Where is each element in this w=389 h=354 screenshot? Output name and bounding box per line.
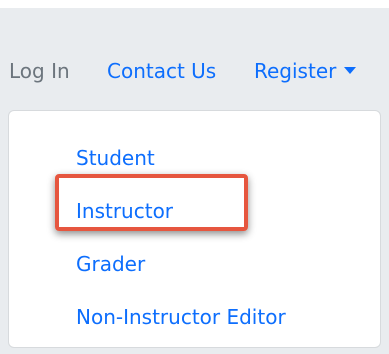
- dropdown-item-grader[interactable]: Grader: [76, 252, 145, 276]
- navbar: Log In Contact Us Register: [0, 8, 389, 104]
- top-strip: [0, 0, 389, 8]
- contact-us-link[interactable]: Contact Us: [107, 59, 216, 83]
- login-link[interactable]: Log In: [9, 59, 70, 83]
- register-dropdown-toggle[interactable]: Register: [254, 59, 357, 83]
- register-label: Register: [254, 59, 337, 83]
- dropdown-item-student[interactable]: Student: [76, 146, 155, 170]
- dropdown-item-instructor[interactable]: Instructor: [76, 199, 173, 223]
- caret-down-icon: [344, 67, 357, 74]
- dropdown-item-non-instructor-editor[interactable]: Non-Instructor Editor: [76, 305, 286, 329]
- register-dropdown-menu: Student Instructor Grader Non-Instructor…: [8, 110, 381, 348]
- page: Log In Contact Us Register Student Instr…: [0, 0, 389, 354]
